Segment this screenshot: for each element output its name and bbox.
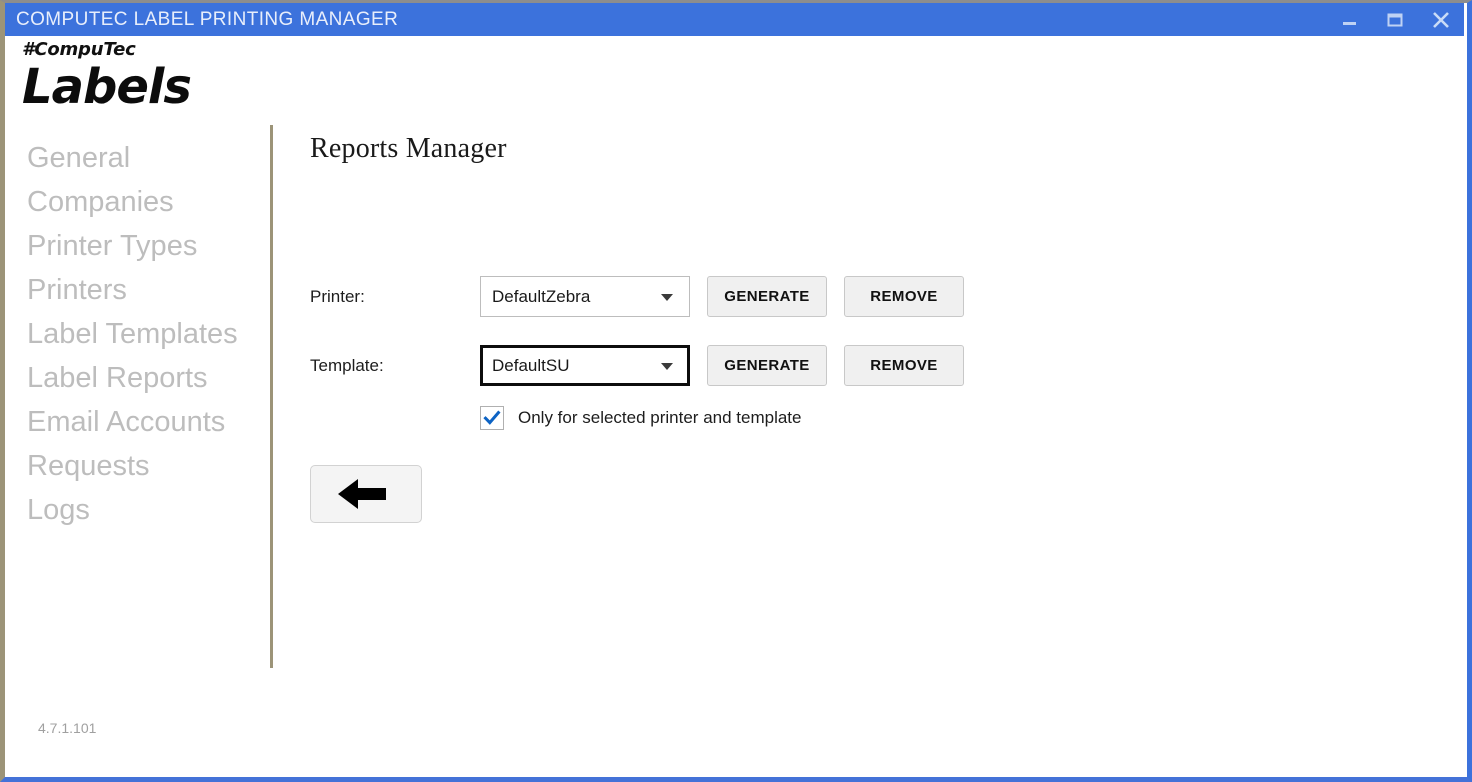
sidebar-item-printers[interactable]: Printers: [22, 270, 262, 314]
chevron-down-icon: [661, 294, 673, 301]
sidebar-item-email-accounts[interactable]: Email Accounts: [22, 402, 262, 446]
title-bar: COMPUTEC LABEL PRINTING MANAGER: [5, 3, 1464, 36]
close-button[interactable]: [1418, 3, 1464, 36]
sidebar-item-companies[interactable]: Companies: [22, 182, 262, 226]
template-label: Template:: [310, 356, 480, 376]
template-select-value: DefaultSU: [483, 356, 569, 376]
page-title: Reports Manager: [310, 135, 1467, 163]
application-window: COMPUTEC LABEL PRINTING MANAGER #CompuTe…: [0, 0, 1472, 782]
sidebar-item-general[interactable]: General: [22, 138, 262, 182]
printer-row: Printer: DefaultZebra GENERATE REMOVE: [310, 276, 1010, 317]
printer-select[interactable]: DefaultZebra: [480, 276, 690, 317]
printer-generate-button[interactable]: GENERATE: [707, 276, 827, 317]
back-button[interactable]: [310, 465, 422, 523]
window-title: COMPUTEC LABEL PRINTING MANAGER: [5, 9, 398, 31]
window-controls: [1326, 3, 1464, 36]
app-logo: #CompuTec Labels: [22, 41, 282, 113]
only-selected-checkbox-label: Only for selected printer and template: [518, 408, 801, 428]
logo-product-text: Labels: [22, 62, 282, 113]
sidebar-item-label-templates[interactable]: Label Templates: [22, 314, 262, 358]
sidebar-divider: [270, 125, 273, 668]
reports-form: Printer: DefaultZebra GENERATE REMOVE Te…: [310, 276, 1010, 523]
only-selected-checkbox-row: Only for selected printer and template: [480, 406, 1010, 430]
only-selected-checkbox[interactable]: [480, 406, 504, 430]
maximize-button[interactable]: [1372, 3, 1418, 36]
arrow-left-icon: [336, 476, 396, 512]
minimize-icon: [1343, 22, 1356, 25]
sidebar-item-requests[interactable]: Requests: [22, 446, 262, 490]
chevron-down-icon: [661, 363, 673, 370]
close-icon: [1431, 10, 1451, 30]
main-content-panel: Reports Manager Printer: DefaultZebra GE…: [310, 135, 1467, 777]
sidebar-item-logs[interactable]: Logs: [22, 490, 262, 534]
sidebar-item-printer-types[interactable]: Printer Types: [22, 226, 262, 270]
checkmark-icon: [483, 409, 501, 427]
printer-label: Printer:: [310, 287, 480, 307]
minimize-button[interactable]: [1326, 3, 1372, 36]
sidebar-navigation: General Companies Printer Types Printers…: [22, 138, 262, 534]
logo-brand-text: #CompuTec: [22, 41, 282, 59]
version-label: 4.7.1.101: [38, 720, 96, 736]
template-generate-button[interactable]: GENERATE: [707, 345, 827, 386]
maximize-icon: [1387, 12, 1403, 28]
printer-remove-button[interactable]: REMOVE: [844, 276, 964, 317]
template-row: Template: DefaultSU GENERATE REMOVE: [310, 345, 1010, 386]
printer-select-value: DefaultZebra: [481, 287, 590, 307]
sidebar-item-label-reports[interactable]: Label Reports: [22, 358, 262, 402]
template-select[interactable]: DefaultSU: [480, 345, 690, 386]
template-remove-button[interactable]: REMOVE: [844, 345, 964, 386]
